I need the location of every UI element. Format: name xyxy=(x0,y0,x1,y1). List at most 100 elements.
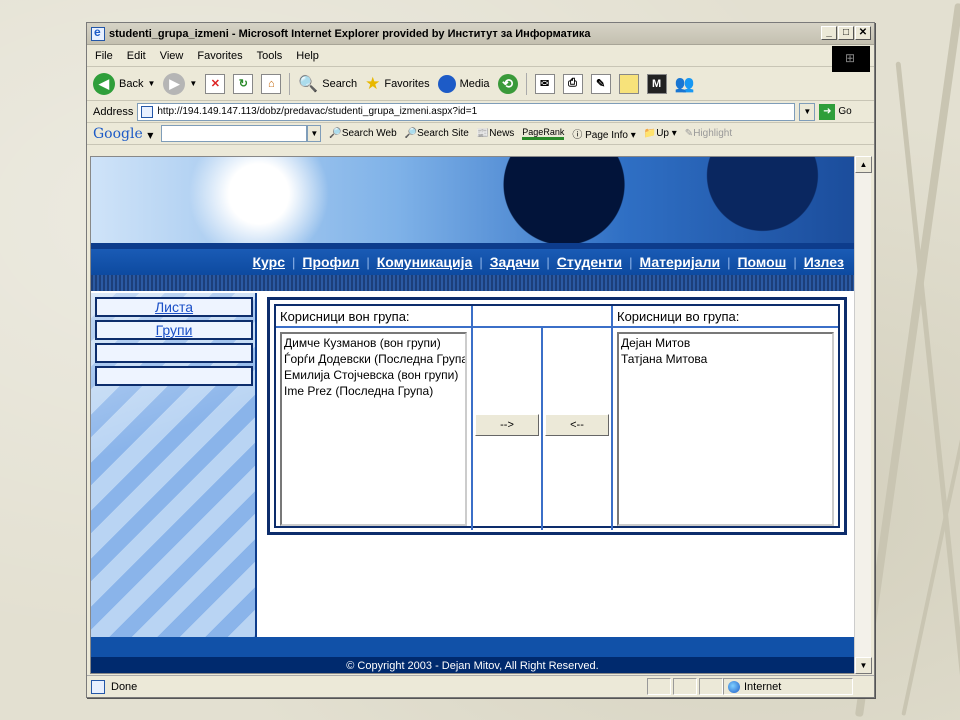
history-icon[interactable]: ⟲ xyxy=(497,73,518,94)
messenger-m-icon[interactable]: M xyxy=(646,73,667,94)
inside-group-listbox[interactable]: Дејан Митов Татјана Митова xyxy=(617,332,834,526)
address-dropdown-icon[interactable]: ▼ xyxy=(799,102,816,121)
nav-komunikacija[interactable]: Комуникација xyxy=(377,254,473,270)
google-logo-text: Google xyxy=(93,125,143,142)
window-title: studenti_grupa_izmeni - Microsoft Intern… xyxy=(109,27,591,40)
nav-studenti[interactable]: Студенти xyxy=(557,254,622,270)
menu-edit[interactable]: Edit xyxy=(127,50,146,62)
news-button[interactable]: 📰News xyxy=(477,128,514,139)
sidebar-item-lista[interactable]: Листа xyxy=(95,297,253,317)
sidebar-item-grupi[interactable]: Групи xyxy=(95,320,253,340)
header-spacer xyxy=(473,306,613,326)
status-text: Done xyxy=(111,680,138,693)
inside-group-cell: Дејан Митов Татјана Митова xyxy=(613,328,838,530)
up-button[interactable]: 📁Up ▾ xyxy=(644,128,677,139)
search-web-label: Search Web xyxy=(341,128,397,139)
forward-button[interactable]: ▶ ▼ xyxy=(163,72,197,95)
page-done-icon xyxy=(91,679,105,694)
highlight-button[interactable]: ✎Highlight xyxy=(685,128,732,139)
google-search-dropdown-icon[interactable]: ▼ xyxy=(307,125,322,142)
media-button[interactable]: Media xyxy=(437,74,490,93)
back-dropdown-icon[interactable]: ▼ xyxy=(147,79,155,88)
outside-group-header: Корисници вон група: xyxy=(276,306,473,326)
vertical-scrollbar[interactable]: ▲ ▼ xyxy=(854,156,872,674)
google-logo[interactable]: Google ▼ xyxy=(93,126,153,142)
home-icon[interactable]: ⌂ xyxy=(261,73,282,94)
stop-icon[interactable]: ✕ xyxy=(205,73,226,94)
favorites-label: Favorites xyxy=(384,77,430,90)
page-info-label: Page Info xyxy=(585,130,628,141)
discuss-icon[interactable] xyxy=(618,73,639,94)
site-banner xyxy=(91,157,854,249)
back-button[interactable]: ◀ Back ▼ xyxy=(93,72,155,95)
status-bar: Done Internet xyxy=(87,675,874,697)
toolbar-separator xyxy=(525,72,527,95)
remove-button-cell: <-- xyxy=(543,328,613,530)
forward-dropdown-icon[interactable]: ▼ xyxy=(189,79,197,88)
nav-pomosh[interactable]: Помош xyxy=(737,254,786,270)
zone-label: Internet xyxy=(744,680,782,693)
inside-group-header: Корисници во група: xyxy=(617,309,740,324)
search-label: Search xyxy=(322,77,358,90)
mail-icon[interactable]: ✉ xyxy=(534,73,555,94)
back-arrow-icon: ◀ xyxy=(93,72,115,95)
messenger-icon[interactable]: 👥 xyxy=(675,74,695,94)
scroll-down-icon[interactable]: ▼ xyxy=(855,657,872,674)
browser-window: studenti_grupa_izmeni - Microsoft Intern… xyxy=(86,22,875,698)
close-button[interactable]: ✕ xyxy=(855,26,871,40)
page-info-button[interactable]: ⓘ Page Info ▾ xyxy=(572,126,635,141)
scroll-up-icon[interactable]: ▲ xyxy=(855,156,872,173)
menu-favorites[interactable]: Favorites xyxy=(197,50,242,62)
site-nav: Курс | Профил | Комуникација | Задачи | Студ… xyxy=(91,249,854,275)
news-label: News xyxy=(489,128,515,139)
list-item[interactable]: Дејан Митов xyxy=(621,335,830,351)
search-site-button[interactable]: 🔎Search Site xyxy=(405,128,469,139)
search-button[interactable]: 🔍 Search xyxy=(298,74,357,94)
add-to-group-button[interactable]: --> xyxy=(475,414,539,436)
up-label: Up xyxy=(656,128,669,139)
standard-toolbar: ◀ Back ▼ ▶ ▼ ✕ ↻ ⌂ 🔍 Search ★ Favorites … xyxy=(87,67,874,101)
edit-icon[interactable]: ✎ xyxy=(590,73,611,94)
nav-separator: | xyxy=(793,254,797,270)
nav-separator: | xyxy=(546,254,550,270)
nav-profil[interactable]: Профил xyxy=(302,254,359,270)
go-button[interactable]: ➜ Go xyxy=(819,103,852,120)
menu-help[interactable]: Help xyxy=(296,50,319,62)
google-search-input[interactable] xyxy=(161,125,308,142)
nav-materijali[interactable]: Материјали xyxy=(639,254,720,270)
maximize-button[interactable]: □ xyxy=(838,26,854,40)
menu-file[interactable]: File xyxy=(95,50,113,62)
add-button-cell: --> xyxy=(473,328,543,530)
list-item[interactable]: Емилија Стојчевска (вон групи) xyxy=(284,367,463,383)
group-body-row: Димче Кузманов (вон групи) Ѓорѓи Додевск… xyxy=(276,328,838,530)
go-label: Go xyxy=(838,106,852,117)
menu-tools[interactable]: Tools xyxy=(257,50,283,62)
print-icon[interactable]: ⎙ xyxy=(562,73,583,94)
nav-kurs[interactable]: Курс xyxy=(253,254,285,270)
menu-view[interactable]: View xyxy=(160,50,184,62)
outside-group-listbox[interactable]: Димче Кузманов (вон групи) Ѓорѓи Додевск… xyxy=(280,332,467,526)
menu-bar: File Edit View Favorites Tools Help xyxy=(87,45,874,72)
back-label: Back xyxy=(119,77,144,90)
nav-separator: | xyxy=(629,254,633,270)
page-viewport: Курс | Профил | Комуникација | Задачи | Студ… xyxy=(90,156,855,674)
group-members-panel: Корисници вон група: Корисници во група:… xyxy=(267,297,847,535)
nav-izlez[interactable]: Излез xyxy=(804,254,844,270)
nav-zadachi[interactable]: Задачи xyxy=(490,254,540,270)
list-item[interactable]: Ѓорѓи Додевски (Последна Група) xyxy=(284,351,465,367)
sidebar-item-label[interactable]: Листа xyxy=(155,299,193,315)
minimize-button[interactable]: _ xyxy=(821,26,837,40)
go-arrow-icon: ➜ xyxy=(819,103,836,120)
sidebar-item-empty xyxy=(95,343,253,363)
address-input[interactable]: http://194.149.147.113/dobz/predavac/stu… xyxy=(137,102,796,121)
list-item[interactable]: Татјана Митова xyxy=(621,351,830,367)
star-icon: ★ xyxy=(365,73,381,93)
refresh-icon[interactable]: ↻ xyxy=(233,73,254,94)
list-item[interactable]: Ime Prez (Последна Група) xyxy=(284,383,463,399)
remove-from-group-button[interactable]: <-- xyxy=(545,414,609,436)
favorites-button[interactable]: ★ Favorites xyxy=(365,74,430,94)
search-web-button[interactable]: 🔎Search Web xyxy=(329,128,396,139)
sidebar-item-label[interactable]: Групи xyxy=(156,322,193,338)
list-item[interactable]: Димче Кузманов (вон групи) xyxy=(284,335,463,351)
google-dropdown-icon[interactable]: ▼ xyxy=(147,131,153,140)
